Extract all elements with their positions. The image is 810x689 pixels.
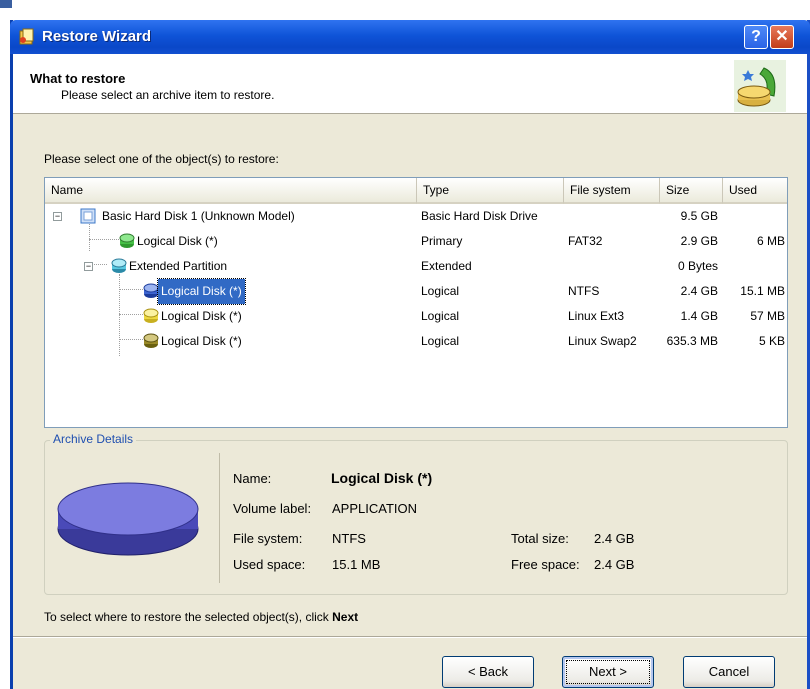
page-subtitle: Please select an archive item to restore… (61, 88, 275, 102)
cell-used: 5 KB (758, 334, 785, 348)
collapse-toggle[interactable]: − (53, 212, 62, 221)
column-header-name[interactable]: Name (45, 178, 417, 204)
cell-used (723, 204, 785, 229)
cell-used (723, 254, 785, 279)
cell-size: 0 Bytes (677, 259, 718, 273)
used-space-label: Used space: (233, 557, 306, 572)
yellow-partition-icon (143, 308, 159, 323)
next-button[interactable]: Next > (562, 656, 654, 688)
used-space-value: 15.1 MB (332, 557, 381, 572)
olive-partition-icon (143, 333, 159, 348)
name-value: Logical Disk (*) (331, 470, 433, 486)
blue-partition-icon (143, 283, 159, 298)
cell-type: Logical (421, 284, 460, 298)
cell-size: 1.4 GB (680, 309, 718, 323)
cancel-button[interactable]: Cancel (683, 656, 775, 688)
cell-size: 2.9 GB (680, 234, 718, 248)
archive-details-legend: Archive Details (50, 432, 137, 446)
tree-row[interactable]: Logical Disk (*) Logical Linux Ext3 1.4 … (45, 304, 787, 329)
volume-label-value: APPLICATION (332, 501, 418, 516)
free-space-label: Free space: (511, 557, 580, 572)
details-divider (219, 453, 220, 583)
column-header-file-system[interactable]: File system (564, 178, 660, 204)
cell-file-system: FAT32 (568, 234, 603, 248)
cell-used: 57 MB (750, 309, 785, 323)
tree-item-label: Logical Disk (*) (161, 334, 242, 348)
tree-item-label: Extended Partition (129, 259, 228, 273)
title-bar[interactable]: Restore Wizard ? ✕ (10, 20, 810, 54)
total-size-label: Total size: (511, 531, 569, 546)
file-system-label: File system: (233, 531, 303, 546)
file-system-value: NTFS (332, 531, 366, 546)
disk-illustration-icon (57, 482, 199, 556)
select-instruction: Please select one of the object(s) to re… (44, 152, 279, 166)
collapse-toggle[interactable]: − (84, 262, 93, 271)
restore-wizard-window: Restore Wizard ? ✕ What to restore Pleas… (10, 20, 810, 689)
column-header-used[interactable]: Used (723, 178, 787, 204)
page-title: What to restore (30, 71, 126, 86)
cell-type: Logical (421, 334, 460, 348)
cell-size: 635.3 MB (666, 334, 718, 348)
tree-item-label: Logical Disk (*) (137, 234, 218, 248)
cell-type: Primary (421, 234, 463, 248)
archive-tree[interactable]: Name Type File system Size Used − Basic … (44, 177, 788, 428)
cell-used: 15.1 MB (740, 284, 785, 298)
background-fragment (0, 0, 12, 8)
tree-row[interactable]: Logical Disk (*) Logical Linux Swap2 635… (45, 329, 787, 354)
cell-type: Logical (421, 309, 460, 323)
cell-type: Basic Hard Disk Drive (421, 209, 538, 223)
cell-file-system: NTFS (568, 284, 600, 298)
cell-file-system: Linux Swap2 (568, 334, 637, 348)
extended-partition-icon (111, 258, 127, 273)
tree-item-label: Logical Disk (*) (161, 309, 242, 323)
wizard-header: What to restore Please select an archive… (13, 54, 807, 114)
column-header-type[interactable]: Type (417, 178, 564, 204)
green-partition-icon (119, 233, 135, 248)
close-button[interactable]: ✕ (770, 25, 794, 49)
tree-row-selected[interactable]: Logical Disk (*) Logical NTFS 2.4 GB 15.… (45, 278, 787, 305)
volume-label-label: Volume label: (233, 501, 312, 516)
cell-type: Extended (421, 259, 472, 273)
tree-item-label: Basic Hard Disk 1 (Unknown Model) (102, 209, 295, 223)
free-space-value: 2.4 GB (594, 557, 635, 572)
tree-item-label: Logical Disk (*) (157, 278, 246, 305)
tree-row[interactable]: − Basic Hard Disk 1 (Unknown Model) Basi… (45, 204, 787, 229)
wizard-app-icon (19, 28, 34, 45)
tree-row[interactable]: Logical Disk (*) Primary FAT32 2.9 GB 6 … (45, 229, 787, 254)
archive-details-group: Archive Details Name: Logical Disk (*) V… (44, 432, 788, 595)
next-instruction: To select where to restore the selected … (44, 610, 358, 624)
name-label: Name: (233, 471, 272, 486)
cell-file-system: Linux Ext3 (568, 309, 625, 323)
cell-used: 6 MB (756, 234, 785, 248)
back-button[interactable]: < Back (442, 656, 534, 688)
restore-wizard-icon (734, 60, 786, 112)
column-header-size[interactable]: Size (660, 178, 723, 204)
next-instruction-text: To select where to restore the selected … (44, 610, 333, 624)
cell-size: 9.5 GB (680, 209, 718, 223)
button-separator (13, 636, 807, 638)
tree-row[interactable]: − Extended Partition Extended 0 Bytes (45, 254, 787, 279)
window-title: Restore Wizard (42, 28, 152, 45)
total-size-value: 2.4 GB (594, 531, 635, 546)
cell-size: 2.4 GB (680, 284, 718, 298)
help-button[interactable]: ? (744, 25, 768, 49)
next-instruction-emphasis: Next (332, 610, 359, 624)
hard-disk-icon (80, 208, 96, 224)
